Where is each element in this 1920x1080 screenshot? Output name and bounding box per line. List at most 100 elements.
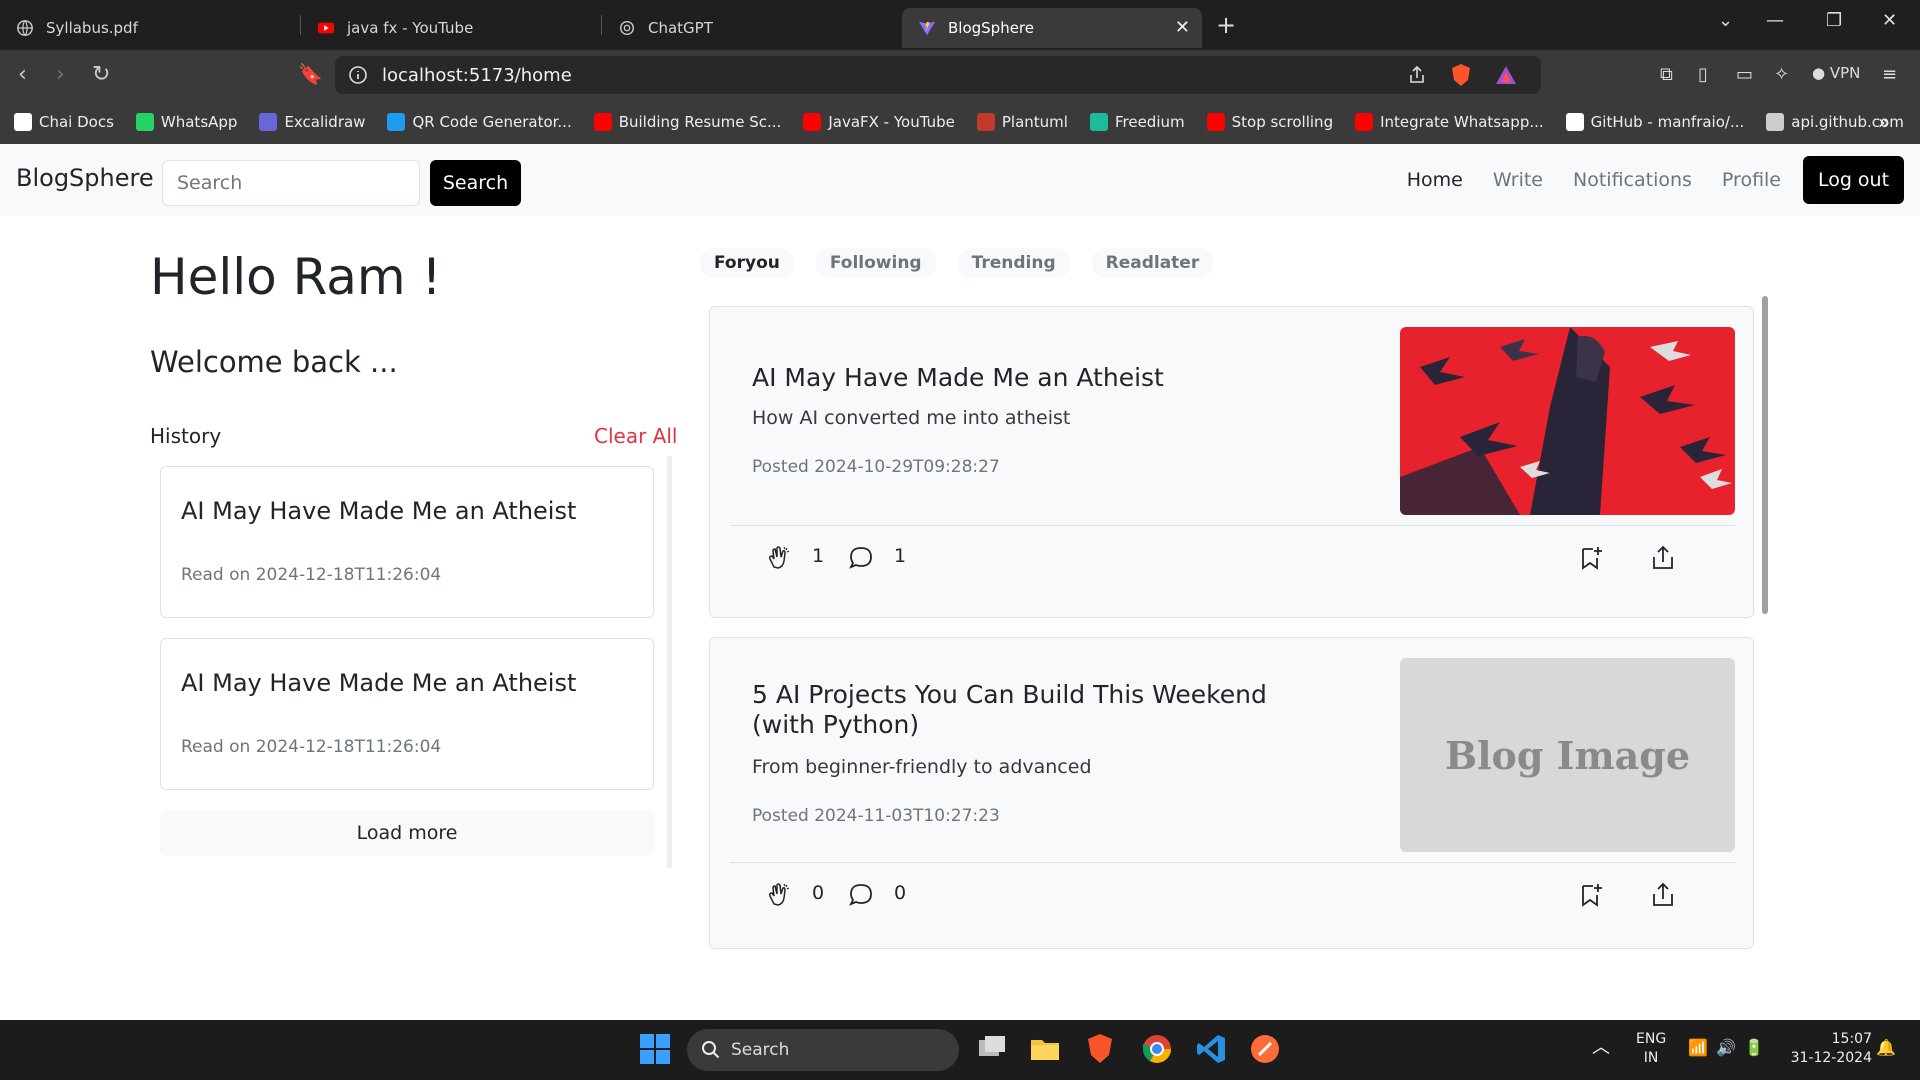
history-list[interactable]: AI May Have Made Me an Atheist Read on 2… [150,456,672,868]
address-bar[interactable]: localhost:5173/home [335,56,1541,94]
bookmark-item[interactable]: Excalidraw [259,113,365,131]
search-input[interactable] [162,160,420,206]
forward-icon[interactable]: › [56,62,65,87]
vpn-button[interactable]: ● VPN [1812,64,1872,86]
vscode-icon[interactable] [1194,1032,1228,1066]
logout-button[interactable]: Log out [1803,156,1904,204]
nav-write[interactable]: Write [1493,169,1543,191]
site-info-icon[interactable] [349,66,367,84]
post-card[interactable]: 5 AI Projects You Can Build This Weekend… [709,637,1754,949]
load-more-button[interactable]: Load more [160,810,654,856]
volume-icon[interactable]: 🔊 [1716,1038,1736,1057]
clap-icon[interactable] [766,545,792,571]
bookmark-icon[interactable]: 🔖 [298,62,323,86]
restore-icon[interactable]: ❐ [1826,10,1842,31]
post-card[interactable]: AI May Have Made Me an Atheist How AI co… [709,306,1754,618]
blog-image-placeholder: Blog Image [1400,658,1735,852]
bookmark-item[interactable]: QR Code Generator... [387,113,572,131]
browser-tab-blogsphere[interactable]: BlogSphere ✕ [902,7,1202,48]
task-view-icon[interactable] [975,1032,1009,1066]
browser-tab-chatgpt[interactable]: ChatGPT [602,8,902,48]
bookmark-item[interactable]: Stop scrolling [1206,113,1333,131]
tab-list-chevron-icon[interactable]: ⌄ [1718,10,1733,31]
brand-logo[interactable]: BlogSphere [16,164,154,192]
language-indicator[interactable]: ENG IN [1636,1030,1666,1068]
vite-icon [918,21,936,35]
post-title[interactable]: 5 AI Projects You Can Build This Weekend… [752,680,1312,740]
bookmark-favicon-icon [803,113,822,131]
comment-count: 0 [894,882,907,904]
browser-tab-javafx[interactable]: java fx - YouTube [301,8,601,48]
tab-following[interactable]: Following [815,248,936,278]
battery-icon[interactable]: 🔋 [1744,1038,1764,1057]
clap-count: 0 [812,882,825,904]
globe-icon [17,19,33,36]
bookmark-item[interactable]: GitHub - manfraio/... [1565,113,1744,131]
tab-readlater[interactable]: Readlater [1091,248,1214,278]
date: 31-12-2024 [1790,1050,1872,1066]
bookmark-item[interactable]: Integrate Whatsapp... [1355,113,1544,131]
bookmark-item[interactable]: Chai Docs [14,113,114,131]
leo-ai-icon[interactable]: ✧ [1774,64,1796,86]
brave-rewards-icon[interactable] [1495,65,1517,85]
minimize-icon[interactable]: — [1766,10,1784,31]
search-button[interactable]: Search [430,160,521,206]
clock[interactable]: 15:07 31-12-2024 [1782,1030,1872,1068]
menu-icon[interactable]: ≡ [1882,64,1904,86]
file-explorer-icon[interactable] [1028,1032,1062,1066]
notifications-bell-icon[interactable]: 🔔 [1876,1038,1896,1057]
postman-icon[interactable] [1248,1032,1282,1066]
post-date: Posted 2024-11-03T10:27:23 [752,806,1000,826]
nav-home[interactable]: Home [1407,169,1463,191]
windows-start-icon[interactable] [638,1032,672,1066]
share-icon[interactable] [1650,882,1676,908]
close-window-icon[interactable]: ✕ [1882,10,1897,31]
chrome-icon[interactable] [1140,1032,1174,1066]
post-divider [730,862,1735,863]
bookmark-item[interactable]: Building Resume Sc... [593,113,781,131]
extensions-icon[interactable]: ⧉ [1660,64,1682,86]
red-crows-artwork [1400,327,1735,515]
bookmark-item[interactable]: WhatsApp [135,113,237,131]
bookmark-add-icon[interactable] [1578,545,1604,571]
new-tab-icon[interactable]: + [1216,11,1236,39]
history-card[interactable]: AI May Have Made Me an Atheist Read on 2… [160,466,654,618]
reload-icon[interactable]: ↻ [92,62,110,87]
share-page-icon[interactable] [1407,65,1427,85]
nav-notifications[interactable]: Notifications [1573,169,1692,191]
bookmark-favicon-icon [259,113,278,131]
history-card[interactable]: AI May Have Made Me an Atheist Read on 2… [160,638,654,790]
bookmark-add-icon[interactable] [1578,882,1604,908]
post-date: Posted 2024-10-29T09:28:27 [752,457,1000,477]
back-icon[interactable]: ‹ [18,62,27,87]
clap-icon[interactable] [766,882,792,908]
post-actions: 0 0 [730,874,1735,914]
wallet-icon[interactable]: ▭ [1736,64,1758,86]
clear-all-button[interactable]: Clear All [594,424,677,448]
brave-browser-icon[interactable] [1083,1032,1117,1066]
tab-trending[interactable]: Trending [957,248,1070,278]
close-tab-icon[interactable]: ✕ [1175,17,1190,38]
bookmark-item[interactable]: JavaFX - YouTube [803,113,955,131]
post-title[interactable]: AI May Have Made Me an Atheist [752,363,1312,393]
bookmark-item[interactable]: Freedium [1089,113,1185,131]
post-thumbnail[interactable]: Blog Image [1400,658,1735,852]
bookmark-item[interactable]: Plantuml [976,113,1068,131]
post-feed[interactable]: AI May Have Made Me an Atheist How AI co… [709,296,1809,966]
post-divider [730,525,1735,526]
post-subtitle: How AI converted me into atheist [752,407,1071,429]
share-icon[interactable] [1650,545,1676,571]
comment-icon[interactable] [848,545,874,571]
tab-foryou[interactable]: Foryou [700,248,794,278]
sidebar-icon[interactable]: ▯ [1698,64,1720,86]
feed-scrollbar[interactable] [1762,296,1768,614]
wifi-icon[interactable]: 📶 [1688,1038,1708,1057]
comment-icon[interactable] [848,882,874,908]
more-bookmarks-icon[interactable]: » [1878,110,1890,134]
browser-tab-syllabus[interactable]: Syllabus.pdf [0,8,300,48]
post-thumbnail[interactable] [1400,327,1735,515]
taskbar-search[interactable]: Search [687,1029,959,1071]
nav-profile[interactable]: Profile [1722,169,1781,191]
brave-shield-icon[interactable] [1450,63,1472,87]
tray-chevron-icon[interactable]: ︿ [1592,1038,1610,1057]
